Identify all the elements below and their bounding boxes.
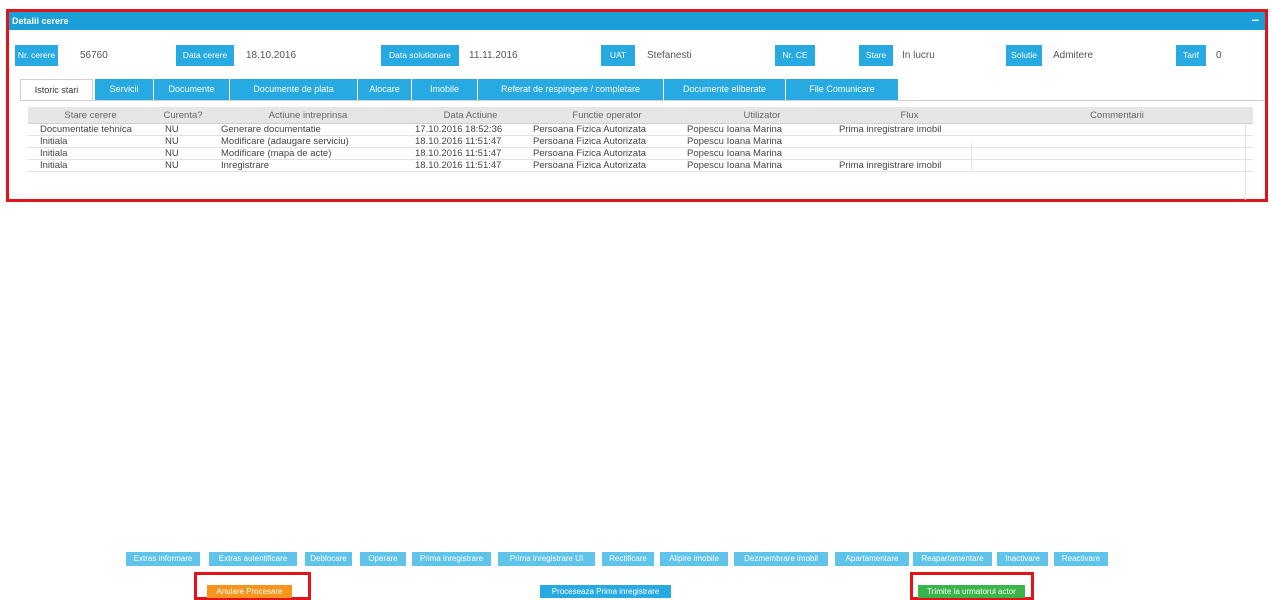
tab-bar: Istoric stari Servicii Documente Documen… (9, 79, 1265, 101)
cell-data-actiune: 18.10.2016 11:51:47 (415, 148, 502, 159)
cell-functie: Persoana Fizica Autorizata (533, 148, 647, 159)
column-header[interactable]: Functie operator (528, 107, 686, 124)
table-header: Stare cerere Curenta? Actiune intreprins… (28, 107, 1253, 124)
tab-servicii[interactable]: Servicii (95, 79, 154, 100)
tab-referat[interactable]: Referat de respingere / completare (478, 79, 664, 100)
cell-actiune: Generare documentatie (221, 124, 321, 135)
tarif-value: 0 (1216, 50, 1222, 61)
cell-data-actiune: 18.10.2016 11:51:47 (415, 160, 502, 171)
alipire-imobile-button[interactable]: Alipire imobile (660, 552, 728, 566)
tab-documente-eliberate[interactable]: Documente eliberate (664, 79, 786, 100)
cell-comentarii (983, 136, 1243, 148)
data-solutionare-label: Data solutionare (381, 45, 459, 66)
cell-comentarii (983, 148, 1243, 160)
column-header[interactable]: Data Actiune (403, 107, 538, 124)
data-cerere-label: Data cerere (176, 45, 234, 66)
column-header[interactable]: Curenta? (153, 107, 213, 124)
cell-data-actiune: 17.10.2016 18:52:36 (415, 124, 503, 135)
cell-curenta: NU (165, 160, 179, 171)
table-row[interactable]: Initiala NU Modificare (adaugare servici… (28, 136, 1253, 148)
panel-header: Detalii cerere – (9, 12, 1265, 30)
cell-actiune: Inregistrare (221, 160, 270, 171)
cell-utilizator: Popescu Ioana Marina (687, 124, 783, 135)
apartamentare-button[interactable]: Apartamentare (835, 552, 909, 566)
cell-flux (839, 148, 979, 160)
table-scrollbar[interactable] (1245, 124, 1255, 200)
cell-curenta: NU (165, 148, 179, 159)
cell-stare: Documentatie tehnica (40, 124, 132, 135)
request-details-panel: Detalii cerere – Nr. cerere 56760 Data c… (6, 9, 1268, 202)
cell-curenta: NU (165, 124, 179, 135)
column-divider (971, 143, 972, 170)
table-row[interactable]: Documentatie tehnica NU Generare documen… (28, 124, 1253, 136)
tarif-label: Tarif (1176, 45, 1206, 66)
reapartamentare-button[interactable]: Reapartamentare (913, 552, 992, 566)
table-row[interactable]: Initiala NU Modificare (mapa de acte) 18… (28, 148, 1253, 160)
column-header[interactable]: Stare cerere (28, 107, 153, 124)
inactivare-button[interactable]: Inactivare (997, 552, 1048, 566)
request-fields: Nr. cerere 56760 Data cerere 18.10.2016 … (9, 45, 1265, 67)
cell-data-actiune: 18.10.2016 11:51:47 (415, 136, 502, 147)
column-header[interactable]: Flux (838, 107, 981, 124)
reactivare-button[interactable]: Reactivare (1054, 552, 1108, 566)
tab-underline (20, 100, 1265, 101)
cell-actiune: Modificare (mapa de acte) (221, 148, 332, 159)
tab-istoric-stari[interactable]: Istoric stari (20, 79, 93, 101)
cell-comentarii (983, 124, 1243, 136)
solutie-label: Solutie (1006, 45, 1042, 66)
proceseaza-prima-inregistrare-button[interactable]: Proceseaza Prima inregistrare (540, 585, 671, 598)
cell-stare: Initiala (40, 160, 68, 171)
cell-flux (839, 136, 979, 148)
tab-documente[interactable]: Documente (154, 79, 230, 100)
trimite-urmatorul-actor-button[interactable]: Trimite la urmatorul actor (918, 585, 1025, 598)
extras-informare-button[interactable]: Extras informare (126, 552, 200, 566)
nr-ce-label: Nr. CE (775, 45, 815, 66)
column-header[interactable]: Utilizator (686, 107, 838, 124)
panel-title: Detalii cerere (12, 16, 69, 26)
action-button-row: Extras informare Extras autentificare De… (0, 552, 1271, 567)
cell-utilizator: Popescu Ioana Marina (687, 136, 783, 147)
data-cerere-value: 18.10.2016 (246, 50, 297, 61)
cell-functie: Persoana Fizica Autorizata (533, 160, 647, 171)
prima-inregistrare-button[interactable]: Prima inregistrare (412, 552, 491, 566)
nr-cerere-label: Nr. cerere (15, 45, 58, 66)
tab-alocare[interactable]: Alocare (358, 79, 412, 100)
dezmembrare-imobil-button[interactable]: Dezmembrare imobil (734, 552, 828, 566)
deblocare-button[interactable]: Deblocare (305, 552, 352, 566)
operare-button[interactable]: Operare (360, 552, 406, 566)
cell-stare: Initiala (40, 148, 68, 159)
tab-documente-de-plata[interactable]: Documente de plata (230, 79, 358, 100)
cell-functie: Persoana Fizica Autorizata (533, 136, 647, 147)
prima-inregistrare-ui-button[interactable]: Prima inregistrare UI (498, 552, 595, 566)
tab-file-comunicare[interactable]: File Comunicare (786, 79, 899, 100)
table-row[interactable]: Initiala NU Inregistrare 18.10.2016 11:5… (28, 160, 1253, 172)
stare-label: Stare (859, 45, 893, 66)
solutie-value: Admitere (1053, 50, 1094, 61)
rectificare-button[interactable]: Rectificare (602, 552, 654, 566)
uat-value: Stefanesti (647, 50, 692, 61)
cell-utilizator: Popescu Ioana Marina (687, 160, 783, 171)
anulare-procesare-button[interactable]: Anulare Procesare (207, 585, 292, 598)
nr-cerere-value: 56760 (80, 50, 108, 61)
column-header[interactable]: Commentarii (981, 107, 1253, 124)
cell-stare: Initiala (40, 136, 68, 147)
column-header[interactable]: Actiune intreprinsa (213, 107, 403, 124)
stare-value: In lucru (902, 50, 935, 61)
cell-functie: Persoana Fizica Autorizata (533, 124, 647, 135)
status-history-table: Stare cerere Curenta? Actiune intreprins… (28, 107, 1253, 172)
cell-flux: Prima inregistrare imobil (839, 160, 942, 171)
collapse-icon[interactable]: – (1252, 12, 1259, 28)
tab-imobile[interactable]: Imobile (412, 79, 478, 100)
extras-autentificare-button[interactable]: Extras autentificare (209, 552, 297, 566)
cell-actiune: Modificare (adaugare serviciu) (221, 136, 349, 147)
cell-curenta: NU (165, 136, 179, 147)
cell-utilizator: Popescu Ioana Marina (687, 148, 783, 159)
uat-label: UAT (601, 45, 635, 66)
data-solutionare-value: 11.11.2016 (469, 50, 518, 61)
cell-flux: Prima inregistrare imobil (839, 124, 942, 135)
cell-comentarii (983, 160, 1243, 172)
